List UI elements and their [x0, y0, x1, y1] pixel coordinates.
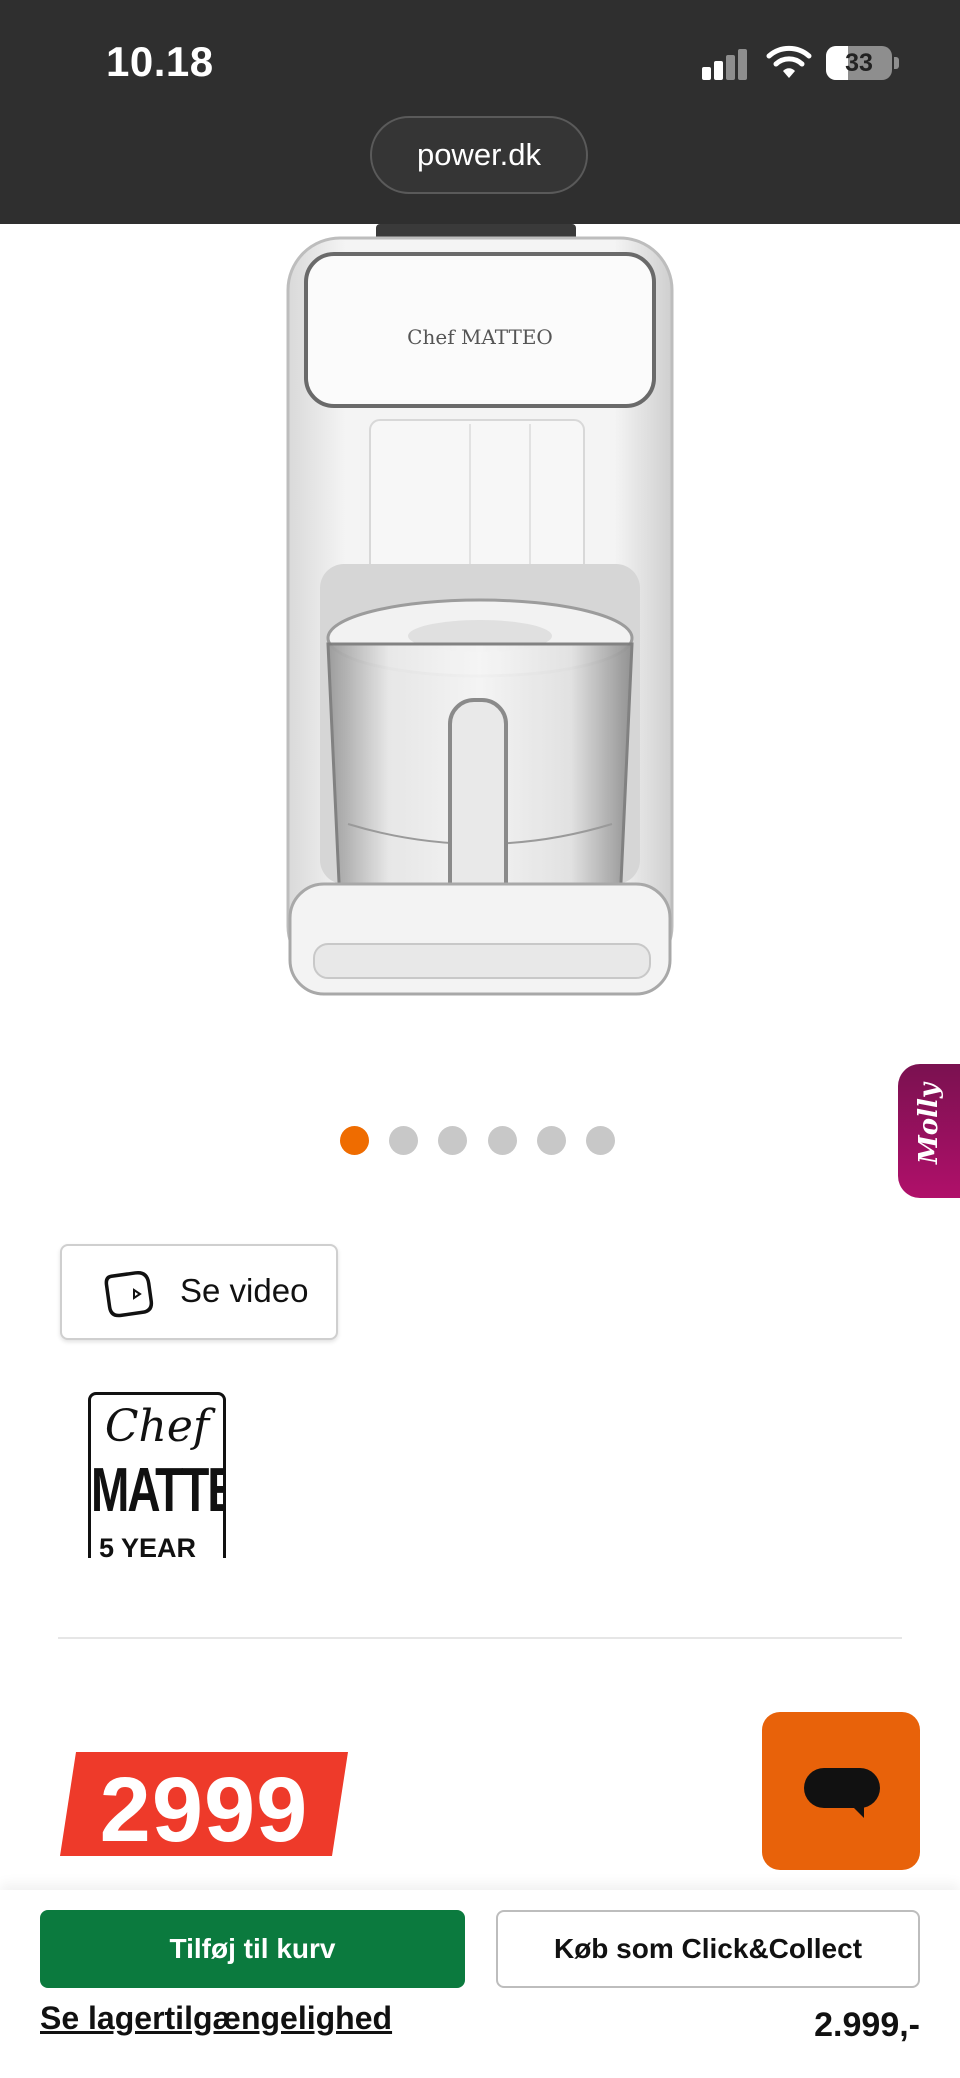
- add-to-cart-button[interactable]: Tilføj til kurv: [40, 1910, 465, 1988]
- molly-label: Molly: [914, 1083, 944, 1164]
- brand-name-text: MATTEO: [91, 1454, 223, 1525]
- stock-availability-link[interactable]: Se lagertilgængelighed: [40, 2000, 392, 2037]
- carousel-dot-4[interactable]: [488, 1126, 517, 1155]
- click-and-collect-button[interactable]: Køb som Click&Collect: [496, 1910, 920, 1988]
- see-video-label: Se video: [180, 1272, 309, 1309]
- price-tag: 2999: [60, 1752, 348, 1861]
- carousel-dot-2[interactable]: [389, 1126, 418, 1155]
- chat-bubble-icon: [804, 1768, 880, 1808]
- bottom-purchase-bar: Tilføj til kurv Køb som Click&Collect Se…: [0, 1890, 960, 2078]
- bottom-price: 2.999,-: [814, 2006, 920, 2044]
- battery-level: 33: [845, 49, 873, 77]
- brand-warranty-badge: Chef MATTEO 5 YEAR: [88, 1392, 226, 1558]
- address-bar[interactable]: power.dk: [370, 116, 588, 194]
- see-video-button[interactable]: Se video: [60, 1244, 338, 1340]
- wifi-icon: [766, 45, 812, 78]
- carousel-dot-3[interactable]: [438, 1126, 467, 1155]
- url-text: power.dk: [416, 137, 542, 172]
- battery-icon: 33: [826, 46, 899, 80]
- carousel-dot-6[interactable]: [586, 1126, 615, 1155]
- status-time: 10.18: [106, 38, 214, 85]
- browser-top-bar: 10.18 33 power.dk: [0, 0, 960, 224]
- svg-text:Chef MATTEO: Chef MATTEO: [407, 325, 553, 349]
- chat-button[interactable]: [762, 1712, 920, 1870]
- product-image[interactable]: Chef MATTEO: [270, 224, 690, 1014]
- carousel-dot-1[interactable]: [340, 1126, 369, 1155]
- brand-script-text: Chef: [104, 1401, 210, 1452]
- price-tag-value: 2999: [99, 1759, 309, 1861]
- molly-assistant-tab[interactable]: Molly: [898, 1064, 960, 1198]
- play-icon: [104, 1270, 154, 1318]
- section-divider: [58, 1637, 902, 1639]
- warranty-text: 5 YEAR: [99, 1533, 197, 1558]
- carousel-dot-5[interactable]: [537, 1126, 566, 1155]
- cellular-signal-icon: [702, 48, 750, 80]
